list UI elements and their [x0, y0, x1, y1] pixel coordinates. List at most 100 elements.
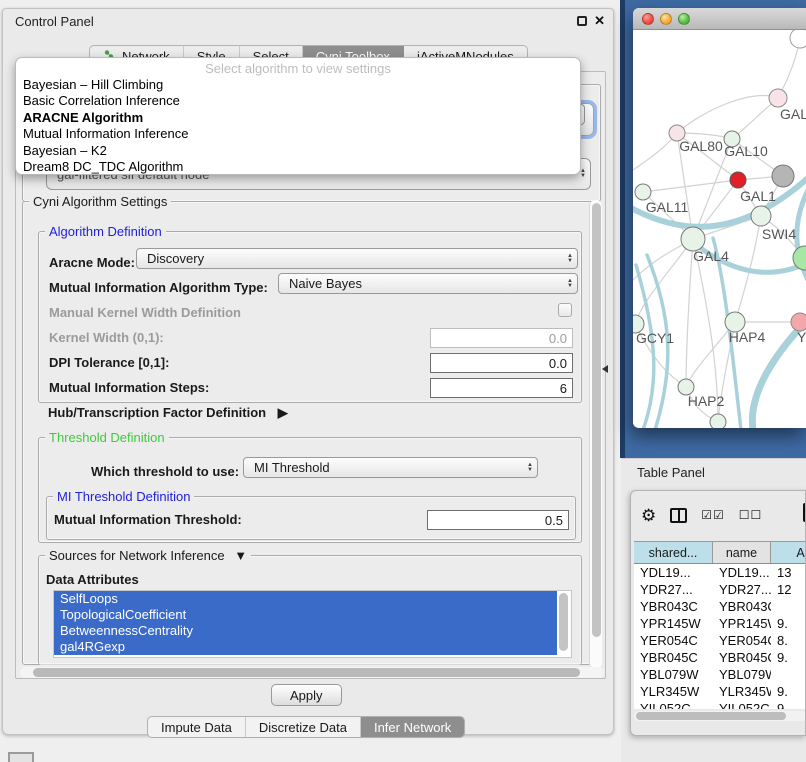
close-traffic-light-icon[interactable]	[642, 13, 654, 25]
table-cell: YPR145W	[634, 615, 713, 632]
table-cell: 13	[771, 564, 806, 581]
network-window-titlebar[interactable]	[633, 8, 806, 30]
node-label: GCY1	[636, 330, 674, 346]
network-edge[interactable]	[677, 96, 778, 133]
table-row[interactable]: YIL052CYIL052C9	[634, 700, 806, 709]
network-node-gal1[interactable]	[751, 206, 771, 226]
node-label: HAP4	[729, 329, 766, 345]
settings-horizontal-scrollbar[interactable]	[20, 667, 604, 678]
network-edge[interactable]	[686, 239, 693, 387]
table-row[interactable]: YBL079WYBL079W	[634, 666, 806, 683]
table-row[interactable]: YBR043CYBR043C	[634, 598, 806, 615]
network-node[interactable]	[790, 30, 806, 48]
table-cell: YBL079W	[634, 666, 713, 683]
algorithm-option[interactable]: Dream8 DC_TDC Algorithm	[16, 159, 580, 175]
sources-title-toggle[interactable]: Sources for Network Inference ▼	[45, 548, 251, 563]
algorithm-option[interactable]: Mutual Information Inference	[16, 126, 580, 142]
algorithm-option[interactable]: ARACNE Algorithm	[16, 110, 580, 126]
columns-icon[interactable]	[670, 508, 687, 523]
network-canvas[interactable]: GALGAL80GAL10GAL1GAL11GAL4SWI4GCY1HAP4YH…	[633, 30, 806, 428]
table-row[interactable]: YPR145WYPR145W9.	[634, 615, 806, 632]
zoom-traffic-light-icon[interactable]	[678, 13, 690, 25]
group-title: Cyni Algorithm Settings	[29, 194, 171, 209]
which-threshold-combo[interactable]: MI Threshold ▲▼	[243, 457, 538, 478]
minimize-traffic-light-icon[interactable]	[660, 13, 672, 25]
expand-right-icon: ▶	[278, 405, 288, 420]
dpi-tolerance-field[interactable]: 0.0	[430, 353, 573, 373]
network-node[interactable]	[772, 165, 794, 187]
table-column-header[interactable]: A	[771, 542, 806, 563]
tab-discretize-data[interactable]: Discretize Data	[246, 717, 361, 737]
table-cell: YLR345W	[634, 683, 713, 700]
manual-kernel-checkbox[interactable]	[558, 303, 572, 317]
table-cell: YLR345W	[713, 683, 771, 700]
data-attribute-item[interactable]: TopologicalCoefficient	[54, 607, 571, 623]
table-panel-window: ⚙ ☑☑ ☐☐ shared...nameA YDL19...YDL19...1…	[630, 490, 806, 736]
mi-threshold-group: MI Threshold Definition Mutual Informati…	[46, 496, 576, 540]
network-view-window: GALGAL80GAL10GAL1GAL11GAL4SWI4GCY1HAP4YH…	[633, 8, 806, 428]
settings-vertical-scrollbar[interactable]	[589, 200, 602, 669]
table-column-header[interactable]: shared...	[634, 542, 713, 563]
table-cell: YER054C	[634, 632, 713, 649]
which-threshold-value: MI Threshold	[254, 460, 330, 475]
table-row[interactable]: YBR045CYBR045C9.	[634, 649, 806, 666]
group-title: Threshold Definition	[45, 430, 169, 445]
data-attribute-item[interactable]: BetweennessCentrality	[54, 623, 571, 639]
tab-impute-data[interactable]: Impute Data	[148, 717, 246, 737]
dpi-tolerance-label: DPI Tolerance [0,1]:	[49, 355, 169, 370]
network-node-gal[interactable]	[769, 89, 787, 107]
mi-type-combo[interactable]: Naive Bayes ▲▼	[278, 273, 578, 294]
table-panel-title: Table Panel	[637, 465, 705, 480]
control-panel-title: Control Panel	[15, 14, 94, 29]
table-cell: 12	[771, 581, 806, 598]
apply-button[interactable]: Apply	[271, 684, 342, 706]
data-attributes-list[interactable]: SelfLoopsTopologicalCoefficientBetweenne…	[53, 590, 572, 658]
table-cell: 9.	[771, 649, 806, 666]
network-edge[interactable]	[643, 180, 738, 192]
unselect-all-columns-icon[interactable]: ☐☐	[739, 508, 763, 522]
aracne-mode-combo[interactable]: Discovery ▲▼	[136, 248, 578, 269]
minimized-window-fragment[interactable]	[8, 752, 34, 762]
aracne-mode-label: Aracne Mode:	[49, 255, 135, 270]
table-row[interactable]: YDR27...YDR27...12	[634, 581, 806, 598]
hub-definition-toggle[interactable]: Hub/Transcription Factor Definition ▶	[48, 405, 288, 421]
table-cell	[771, 666, 806, 683]
kernel-width-label: Kernel Width (0,1):	[49, 330, 164, 345]
table-horizontal-scrollbar[interactable]	[634, 711, 806, 721]
table-row[interactable]: YER054CYER054C8.	[634, 632, 806, 649]
data-attribute-item[interactable]: SelfLoops	[54, 591, 571, 607]
table-row[interactable]: YDL19...YDL19...13	[634, 564, 806, 581]
data-attribute-item[interactable]: gal4RGexp	[54, 639, 571, 655]
gear-icon[interactable]: ⚙	[641, 507, 656, 524]
select-all-columns-icon[interactable]: ☑☑	[701, 508, 725, 522]
float-window-icon[interactable]	[577, 16, 587, 26]
tab-infer-network[interactable]: Infer Network	[361, 717, 464, 737]
group-title: MI Threshold Definition	[53, 489, 194, 504]
algorithm-option[interactable]: Bayesian – Hill Climbing	[16, 77, 580, 93]
network-edge[interactable]	[636, 265, 654, 428]
panel-splitter-collapse-icon[interactable]	[602, 365, 608, 373]
table-cell: 9.	[771, 683, 806, 700]
table-cell: 9	[771, 700, 806, 709]
algorithm-dropdown-popup: Select algorithm to view settings Bayesi…	[15, 57, 581, 175]
kernel-width-field[interactable]: 0.0	[430, 328, 573, 348]
manual-kernel-label: Manual Kernel Width Definition	[49, 305, 241, 320]
list-vertical-scrollbar[interactable]	[557, 591, 571, 657]
which-threshold-label: Which threshold to use:	[91, 464, 239, 479]
table-row[interactable]: YLR345WYLR345W9.	[634, 683, 806, 700]
network-node-gal11[interactable]	[635, 184, 651, 200]
mi-threshold-field[interactable]: 0.5	[427, 510, 569, 530]
node-label: Y	[797, 329, 806, 345]
table-column-header[interactable]: name	[713, 542, 771, 563]
attribute-table: shared...nameA YDL19...YDL19...13YDR27..…	[634, 541, 806, 709]
table-cell: YBL079W	[713, 666, 771, 683]
network-node[interactable]	[710, 414, 726, 428]
algorithm-option[interactable]: Basic Correlation Inference	[16, 93, 580, 109]
algorithm-option[interactable]: Bayesian – K2	[16, 143, 580, 159]
collapse-down-icon: ▼	[234, 548, 247, 563]
close-icon[interactable]: ✕	[594, 13, 605, 29]
network-edge[interactable]	[633, 133, 677, 170]
table-cell: YDL19...	[713, 564, 771, 581]
network-node[interactable]	[730, 172, 746, 188]
mi-steps-field[interactable]: 6	[430, 378, 573, 398]
